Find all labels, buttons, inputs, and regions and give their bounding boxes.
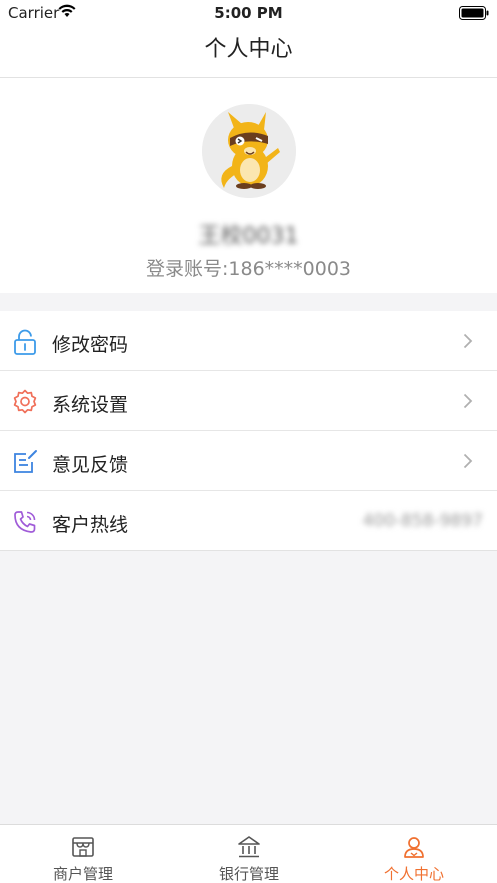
chevron-right-icon bbox=[463, 393, 473, 409]
tab-label: 个人中心 bbox=[383, 865, 444, 883]
person-icon bbox=[402, 835, 426, 859]
menu-item-customer-hotline[interactable]: 客户热线 400-858-9897 bbox=[0, 491, 497, 551]
menu-item-feedback[interactable]: 意见反馈 bbox=[0, 431, 497, 491]
tab-personal-center[interactable]: 个人中心 bbox=[331, 825, 497, 883]
menu-item-change-password[interactable]: 修改密码 bbox=[0, 311, 497, 371]
menu-item-label: 客户热线 bbox=[52, 514, 129, 536]
battery-icon bbox=[459, 6, 489, 24]
tab-bar: 商户管理 银行管理 个人中心 bbox=[0, 824, 497, 883]
tab-bank-management[interactable]: 银行管理 bbox=[166, 825, 332, 883]
tab-label: 银行管理 bbox=[218, 865, 279, 883]
hotline-number[interactable]: 400-858-9897 bbox=[363, 511, 483, 531]
menu-item-label: 系统设置 bbox=[52, 394, 129, 416]
login-account: 登录账号:186****0003 bbox=[145, 258, 352, 280]
page-title: 个人中心 bbox=[204, 37, 293, 62]
tab-merchant-management[interactable]: 商户管理 bbox=[0, 825, 166, 883]
chevron-right-icon bbox=[463, 333, 473, 349]
username: 王校0031 bbox=[198, 224, 299, 249]
tab-label: 商户管理 bbox=[52, 865, 113, 883]
menu-item-label: 意见反馈 bbox=[52, 454, 129, 476]
menu-item-system-settings[interactable]: 系统设置 bbox=[0, 371, 497, 431]
bank-icon bbox=[237, 835, 261, 859]
feedback-icon bbox=[12, 449, 38, 475]
chevron-right-icon bbox=[463, 453, 473, 469]
nav-bar: 个人中心 bbox=[0, 26, 497, 78]
phone-icon bbox=[12, 509, 38, 535]
status-bar: Carrier 5:00 PM bbox=[0, 0, 497, 26]
gear-icon bbox=[12, 389, 38, 415]
kangaroo-mascot-icon bbox=[202, 104, 296, 198]
lock-icon bbox=[12, 329, 38, 355]
status-time: 5:00 PM bbox=[214, 4, 283, 22]
profile-header: 王校0031 登录账号:186****0003 bbox=[0, 78, 497, 293]
avatar[interactable] bbox=[202, 104, 296, 198]
menu-item-label: 修改密码 bbox=[52, 334, 129, 356]
store-icon bbox=[71, 835, 95, 859]
settings-menu: 修改密码 系统设置 意见反馈 客户热线 400-858-9897 bbox=[0, 311, 497, 551]
